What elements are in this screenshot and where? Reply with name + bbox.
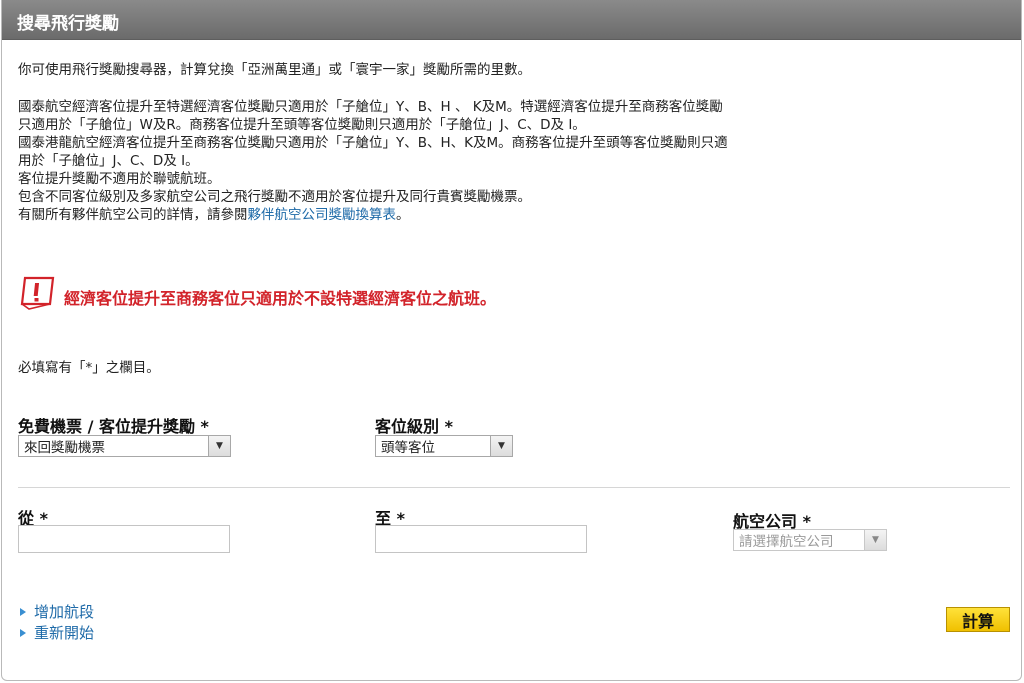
add-segment-link[interactable]: 增加航段 [20,601,94,622]
to-input[interactable] [375,525,587,553]
add-segment-label: 增加航段 [34,603,95,621]
award-type-label: 免費機票 / 客位提升獎勵 * [18,417,209,436]
rule-text: 。 [396,207,410,223]
restart-link[interactable]: 重新開始 [20,622,94,643]
award-type-select[interactable]: 來回獎勵機票 ▼ [18,435,231,457]
airline-placeholder: 請選擇航空公司 [739,534,834,550]
rule-line: 只適用於「子艙位」W及R。商務客位提升至頭等客位獎勵則只適用於「子艙位」J、C、… [18,117,586,133]
section-divider [18,487,1010,488]
rule-text: 有關所有夥伴航空公司的詳情，請參閱 [18,207,248,223]
rule-line: 客位提升獎勵不適用於聯號航班。 [18,171,221,187]
rule-line: 國泰航空經濟客位提升至特選經濟客位獎勵只適用於「子艙位」Y、B、H 、 K及M。… [18,99,723,115]
warning-message: 經濟客位提升至商務客位只適用於不設特選經濟客位之航班。 [64,289,497,308]
cabin-class-label: 客位級別 * [375,417,453,436]
from-input[interactable] [18,525,230,553]
chevron-down-icon[interactable]: ▼ [864,530,886,550]
cabin-class-value: 頭等客位 [381,440,435,456]
required-fields-note: 必填寫有「*」之欄目。 [18,360,160,376]
chevron-down-icon[interactable]: ▼ [490,436,512,456]
upgrade-rules: 國泰航空經濟客位提升至特選經濟客位獎勵只適用於「子艙位」Y、B、H 、 K及M。… [18,98,918,224]
rule-line: 包含不同客位級別及多家航空公司之飛行獎勵不適用於客位提升及同行貴賓獎勵機票。 [18,189,531,205]
rule-line: 有關所有夥伴航空公司的詳情，請參閱夥伴航空公司獎勵換算表。 [18,206,918,224]
triangle-right-icon [20,607,26,616]
title-bar: 搜尋飛行獎勵 [2,0,1021,40]
restart-label: 重新開始 [34,624,95,642]
calculate-button[interactable]: 計算 [946,607,1010,632]
page-title: 搜尋飛行獎勵 [17,14,119,34]
triangle-right-icon [20,628,26,637]
intro-text: 你可使用飛行獎勵搜尋器，計算兌換「亞洲萬里通」或「寰宇一家」獎勵所需的里數。 [18,62,531,78]
rule-line: 用於「子艙位」J、C、D及 I。 [18,153,199,169]
cabin-class-select[interactable]: 頭等客位 ▼ [375,435,513,457]
airline-select[interactable]: 請選擇航空公司 ▼ [733,529,887,551]
warning-exclamation-icon [20,276,55,310]
award-type-value: 來回獎勵機票 [24,440,105,456]
award-search-panel: 搜尋飛行獎勵 你可使用飛行獎勵搜尋器，計算兌換「亞洲萬里通」或「寰宇一家」獎勵所… [1,0,1022,681]
rule-line: 國泰港龍航空經濟客位提升至商務客位獎勵只適用於「子艙位」Y、B、H、K及M。商務… [18,135,728,151]
partner-award-chart-link[interactable]: 夥伴航空公司獎勵換算表 [248,207,397,223]
chevron-down-icon[interactable]: ▼ [208,436,230,456]
